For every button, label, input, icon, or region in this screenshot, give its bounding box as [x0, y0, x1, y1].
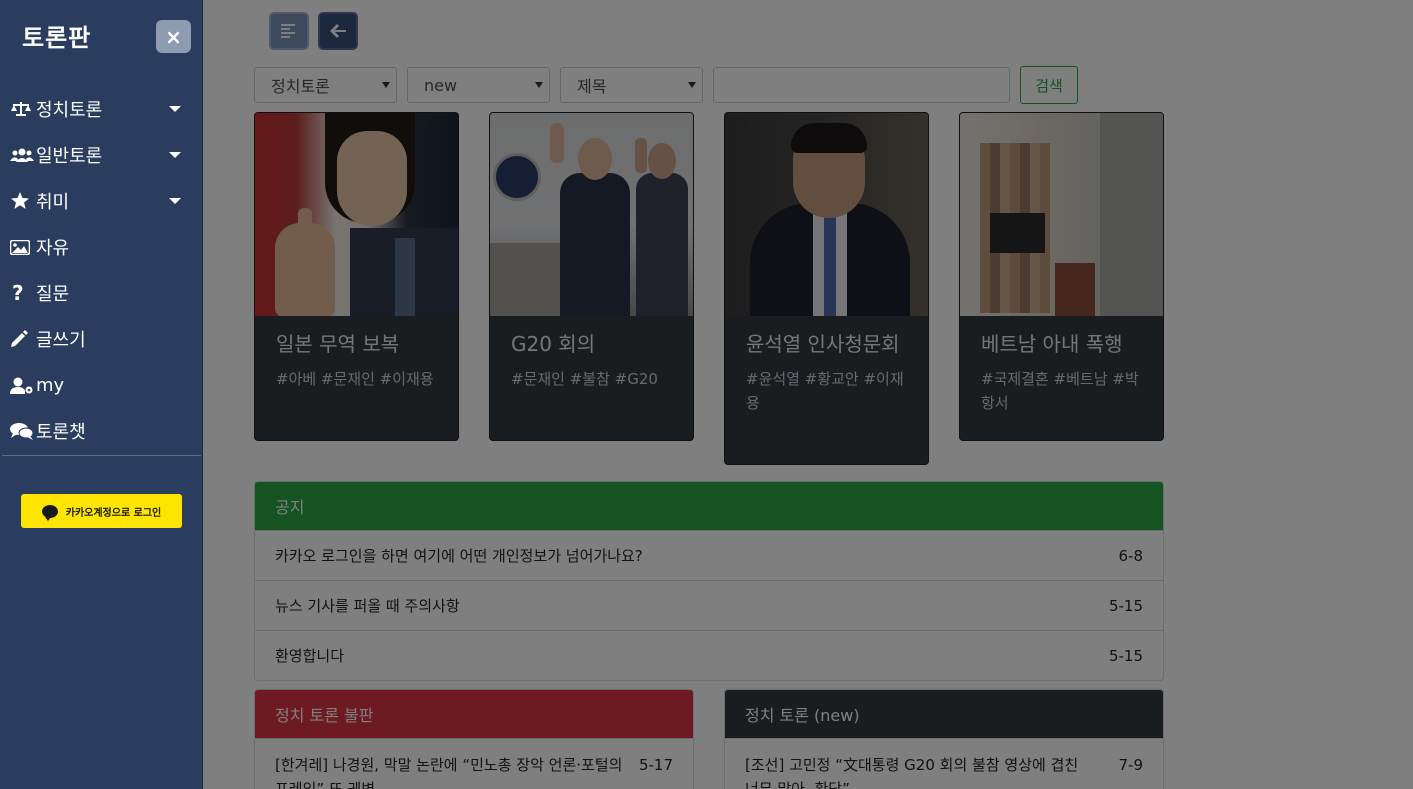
card-image	[255, 113, 458, 316]
comments-icon	[10, 422, 36, 440]
list-item[interactable]: 뉴스 기사를 퍼올 때 주의사항 5-15	[255, 580, 1163, 630]
search-input[interactable]	[713, 67, 1010, 103]
list-item-date: 5-17	[638, 756, 673, 774]
sidebar-item-hobby[interactable]: 취미	[0, 178, 203, 224]
close-icon: ×	[165, 24, 182, 49]
speech-bubble-icon	[41, 504, 58, 521]
list-item[interactable]: 카카오 로그인을 하면 여기에 어떤 개인정보가 넘어가나요? 6-8	[255, 530, 1163, 580]
sidebar-item-label: 일반토론	[36, 146, 103, 167]
topic-card[interactable]: 베트남 아내 폭행 #국제결혼 #베트남 #박항서	[959, 112, 1164, 441]
question-icon: ?	[12, 281, 24, 305]
card-tags: #아베 #문재인 #이재용	[276, 370, 434, 388]
chevron-down-icon	[688, 82, 696, 88]
new-debate-panel-title: 정치 토론 (new)	[725, 690, 1163, 738]
pencil-icon	[10, 330, 36, 348]
card-image	[490, 113, 693, 316]
card-title: 일본 무역 보복	[276, 332, 400, 356]
list-item[interactable]: [조선] 고민정 “文대통령 G20 회의 불참 영상에 겹친 너무 많아, 황…	[725, 738, 1163, 789]
close-sidebar-button[interactable]: ×	[156, 20, 191, 53]
sidebar-item-label: 토론챗	[36, 422, 86, 443]
users-icon	[10, 147, 36, 163]
sidebar-divider	[2, 455, 201, 456]
balance-scale-icon	[10, 101, 36, 117]
back-button[interactable]	[318, 12, 358, 50]
topic-card[interactable]: 일본 무역 보복 #아베 #문재인 #이재용	[254, 112, 459, 441]
chevron-down-icon	[382, 82, 390, 88]
list-item-title: [조선] 고민정 “文대통령 G20 회의 불참 영상에 겹친 너무 많아, 황…	[745, 756, 1079, 789]
sidebar-item-label: my	[36, 374, 65, 396]
sidebar-nav: 정치토론 일반토론 취미 자유 ? 질문 글쓰기 my 토론챗	[0, 86, 203, 454]
sidebar-item-politics[interactable]: 정치토론	[0, 86, 203, 132]
card-tags: #윤석열 #황교안 #이재용	[746, 370, 904, 412]
field-select[interactable]: 제목	[560, 67, 703, 103]
sidebar-item-my[interactable]: my	[0, 362, 203, 408]
list-item[interactable]: 환영합니다 5-15	[255, 630, 1163, 680]
card-title: 윤석열 인사청문회	[746, 332, 900, 356]
card-tags: #국제결혼 #베트남 #박항서	[981, 370, 1139, 412]
notice-panel-title: 공지	[255, 482, 1163, 530]
user-cog-icon	[10, 377, 36, 394]
card-tags: #문재인 #불참 #G20	[511, 370, 658, 388]
hot-debate-panel-title: 정치 토론 불판	[255, 690, 693, 738]
kakao-login-label: 카카오계정으로 로그인	[65, 507, 162, 519]
list-item-title: 카카오 로그인을 하면 여기에 어떤 개인정보가 넘어가나요?	[275, 547, 643, 565]
kakao-login-button[interactable]: 카카오계정으로 로그인	[21, 494, 182, 528]
sidebar-item-label: 정치토론	[36, 100, 103, 121]
sidebar-item-free[interactable]: 자유	[0, 224, 203, 270]
category-select-value: 정치토론	[271, 77, 330, 96]
sidebar-item-label: 글쓰기	[36, 330, 86, 351]
caret-down-icon	[169, 106, 181, 112]
list-item[interactable]: [한겨레] 나경원, 막말 논란에 “민노총 장악 언론·포털의 프레임” 또 …	[255, 738, 693, 789]
notice-panel: 공지 카카오 로그인을 하면 여기에 어떤 개인정보가 넘어가나요? 6-8 뉴…	[254, 481, 1164, 681]
topic-card[interactable]: 윤석열 인사청문회 #윤석열 #황교안 #이재용	[724, 112, 929, 465]
sidebar-item-question[interactable]: ? 질문	[0, 270, 203, 316]
sidebar-item-chat[interactable]: 토론챗	[0, 408, 203, 454]
search-button[interactable]: 검색	[1020, 66, 1078, 104]
menu-toggle-button[interactable]	[269, 12, 309, 50]
list-item-date: 5-15	[1108, 596, 1143, 615]
align-left-icon	[281, 24, 295, 38]
list-item-date: 5-15	[1108, 646, 1143, 665]
image-icon	[10, 239, 36, 255]
sort-select-value: new	[424, 75, 458, 95]
sidebar-item-label: 자유	[36, 238, 70, 259]
main-content: 정치토론 new 제목 검색 일본 무역 보복 #아베 #문재인 #이재용 G2…	[203, 0, 1413, 789]
category-select[interactable]: 정치토론	[254, 67, 397, 103]
card-title: 베트남 아내 폭행	[981, 332, 1123, 356]
card-image	[725, 113, 928, 316]
topic-card[interactable]: G20 회의 #문재인 #불참 #G20	[489, 112, 694, 441]
card-image	[960, 113, 1163, 316]
sort-select[interactable]: new	[407, 67, 550, 103]
list-item-title: [한겨레] 나경원, 막말 논란에 “민노총 장악 언론·포털의 프레임” 또 …	[275, 756, 623, 789]
star-icon	[10, 192, 36, 210]
sidebar-item-general[interactable]: 일반토론	[0, 132, 203, 178]
card-title: G20 회의	[511, 332, 596, 356]
list-item-title: 환영합니다	[275, 647, 345, 665]
sidebar: 토론판 × 정치토론 일반토론 취미 자유 ? 질문 글쓰기 my 토론챗 카카…	[0, 0, 203, 789]
sidebar-item-write[interactable]: 글쓰기	[0, 316, 203, 362]
list-item-date: 6-8	[1118, 546, 1144, 565]
hot-debate-panel: 정치 토론 불판 [한겨레] 나경원, 막말 논란에 “민노총 장악 언론·포털…	[254, 689, 694, 789]
chevron-down-icon	[535, 82, 543, 88]
brand-logo[interactable]: 토론판	[22, 18, 91, 53]
arrow-left-icon	[330, 24, 346, 38]
caret-down-icon	[169, 198, 181, 204]
sidebar-item-label: 취미	[36, 192, 70, 213]
list-item-title: 뉴스 기사를 퍼올 때 주의사항	[275, 597, 460, 615]
field-select-value: 제목	[577, 77, 607, 96]
caret-down-icon	[169, 152, 181, 158]
new-debate-panel: 정치 토론 (new) [조선] 고민정 “文대통령 G20 회의 불참 영상에…	[724, 689, 1164, 789]
sidebar-item-label: 질문	[36, 284, 70, 305]
list-item-date: 7-9	[1118, 756, 1144, 774]
